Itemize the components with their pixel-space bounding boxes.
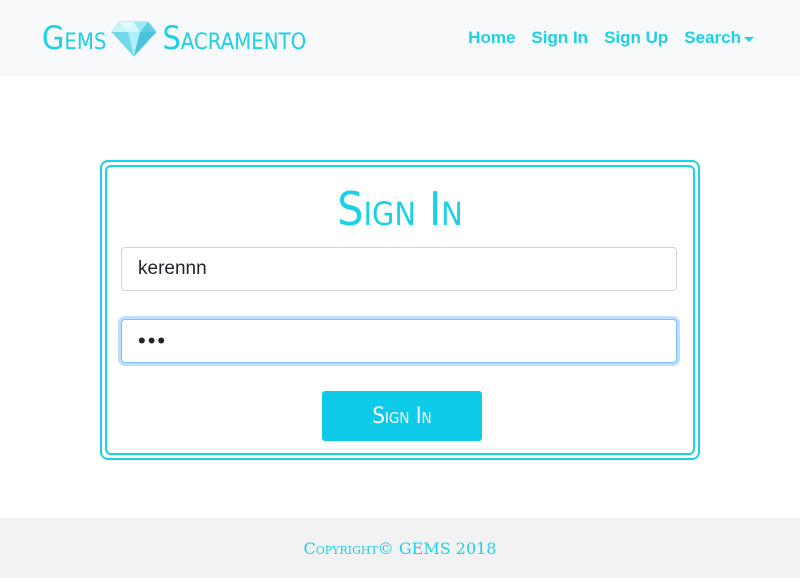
brand-logo[interactable]: Gems Sacramento — [42, 12, 306, 64]
caret-down-icon — [744, 36, 754, 42]
nav-signup-link[interactable]: Sign Up — [596, 28, 676, 48]
signin-card-inner: Sign In kerennn ••• Sign In — [105, 165, 695, 455]
username-input[interactable]: kerennn — [121, 247, 677, 291]
nav-signin-link[interactable]: Sign In — [523, 28, 596, 48]
signin-submit-button[interactable]: Sign In — [322, 391, 482, 441]
navbar: Gems Sacramento Home Sign In Sign Up Sea… — [0, 0, 800, 76]
footer: Copyright© GEMS 2018 — [0, 518, 800, 578]
nav-search-dropdown[interactable]: Search — [676, 28, 762, 48]
nav-search-label: Search — [684, 28, 741, 47]
password-input[interactable]: ••• — [121, 319, 677, 363]
brand-text-gems: Gems — [42, 19, 107, 57]
diamond-icon — [110, 18, 158, 58]
brand-text-sacramento: Sacramento — [162, 19, 307, 57]
signin-card: Sign In kerennn ••• Sign In — [100, 160, 700, 460]
nav-links: Home Sign In Sign Up Search — [460, 24, 762, 52]
nav-home-link[interactable]: Home — [460, 28, 523, 48]
signin-title: Sign In — [337, 182, 463, 236]
footer-copyright: Copyright© GEMS 2018 — [303, 538, 497, 558]
